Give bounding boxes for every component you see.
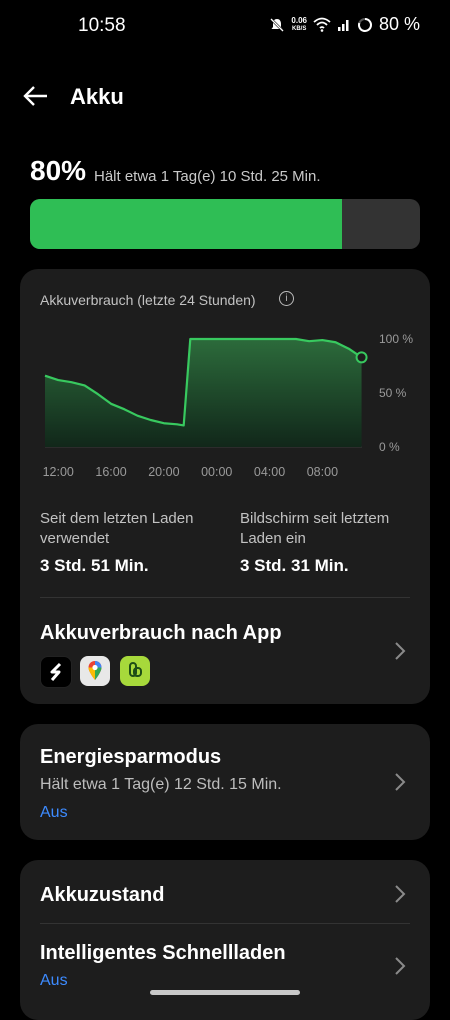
settings-card: Akkuzustand Intelligentes Schnellladen A… bbox=[20, 860, 430, 1020]
status-time: 10:58 bbox=[78, 15, 126, 36]
smart-charge-row[interactable]: Intelligentes Schnellladen Aus bbox=[20, 924, 430, 1020]
speedify-icon bbox=[40, 656, 72, 688]
page-title: Akku bbox=[70, 84, 124, 109]
smart-charge-state: Aus bbox=[40, 972, 68, 989]
google-maps-icon bbox=[80, 656, 110, 686]
chart-area bbox=[45, 339, 362, 447]
smart-charge-title: Intelligentes Schnellladen bbox=[40, 942, 286, 964]
x-tick-label: 20:00 bbox=[148, 465, 179, 479]
mute-bell-icon bbox=[270, 17, 285, 32]
signal-icon bbox=[337, 19, 349, 31]
battery-ring-icon bbox=[357, 17, 372, 32]
battery-level-bar bbox=[30, 199, 420, 249]
stat-screen-label: Bildschirm seit letztem Laden ein bbox=[240, 510, 390, 547]
battery-health-title: Akkuzustand bbox=[40, 884, 165, 906]
status-battery: 80 % bbox=[378, 14, 420, 34]
power-saving-card[interactable]: Energiesparmodus Hält etwa 1 Tag(e) 12 S… bbox=[20, 724, 430, 840]
usage-by-app-row[interactable]: Akkuverbrauch nach App bbox=[20, 598, 430, 698]
chevron-right-icon bbox=[395, 773, 406, 791]
chevron-right-icon bbox=[395, 957, 406, 975]
y-tick-label: 0 % bbox=[379, 440, 400, 454]
x-tick-label: 16:00 bbox=[95, 465, 126, 479]
gesture-handle bbox=[150, 990, 300, 995]
green-app-icon bbox=[120, 656, 150, 686]
power-saving-state: Aus bbox=[40, 804, 68, 821]
y-tick-label: 50 % bbox=[379, 386, 407, 400]
x-tick-label: 08:00 bbox=[307, 465, 338, 479]
usage-chart: 100 % 50 % 0 % 12:00 16:00 20:00 00:00 04:00 08:… bbox=[43, 332, 414, 479]
app-bar: Akku bbox=[0, 72, 450, 120]
chart-current-point bbox=[355, 351, 368, 364]
status-bar: 10:58 0.06 KB/S 80 % bbox=[0, 0, 450, 52]
battery-level-fill bbox=[30, 199, 342, 249]
net-speed: 0.06 KB/S bbox=[291, 15, 307, 32]
wifi-icon bbox=[313, 17, 331, 32]
back-arrow-icon[interactable] bbox=[20, 80, 52, 112]
usage-by-app-title: Akkuverbrauch nach App bbox=[40, 622, 282, 644]
usage-card: Akkuverbrauch (letzte 24 Stunden) i 100 … bbox=[20, 269, 430, 704]
x-tick-label: 12:00 bbox=[43, 465, 74, 479]
battery-percent: 80% bbox=[30, 155, 87, 186]
stat-used-value: 3 Std. 51 Min. bbox=[40, 556, 149, 575]
x-tick-label: 00:00 bbox=[201, 465, 232, 479]
battery-health-row[interactable]: Akkuzustand bbox=[20, 860, 430, 922]
x-tick-label: 04:00 bbox=[254, 465, 285, 479]
battery-estimate: Hält etwa 1 Tag(e) 10 Std. 25 Min. bbox=[94, 168, 321, 185]
status-icons: 0.06 KB/S 80 % bbox=[269, 14, 420, 35]
chevron-right-icon bbox=[395, 885, 406, 903]
stat-used-label: Seit dem letzten Laden verwendet bbox=[40, 510, 194, 547]
power-saving-subtitle: Hält etwa 1 Tag(e) 12 Std. 15 Min. bbox=[40, 776, 282, 793]
y-tick-label: 100 % bbox=[379, 332, 413, 346]
stat-screen-value: 3 Std. 31 Min. bbox=[240, 556, 349, 575]
chevron-right-icon bbox=[395, 642, 406, 660]
power-saving-title: Energiesparmodus bbox=[40, 746, 222, 768]
